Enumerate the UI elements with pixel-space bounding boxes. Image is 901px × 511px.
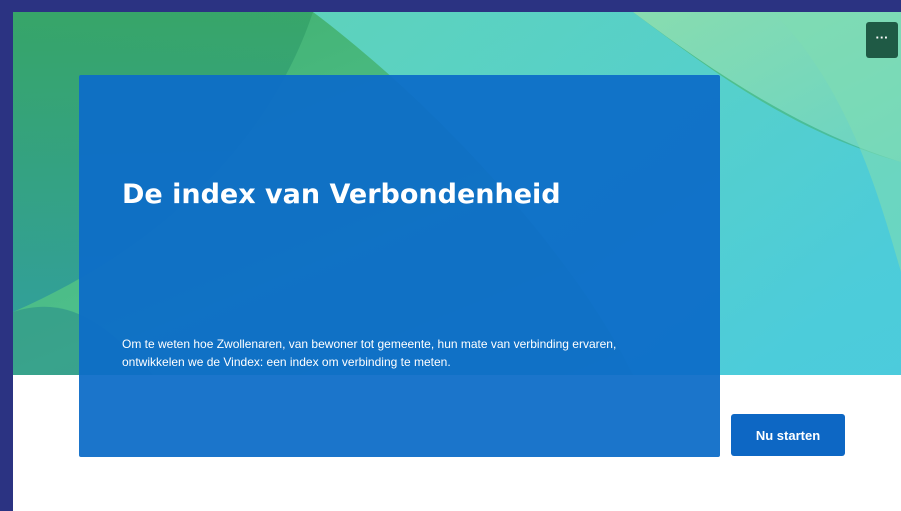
start-button[interactable]: Nu starten	[731, 414, 845, 456]
more-dots-icon: ···	[875, 29, 889, 45]
form-description: Om te weten hoe Zwollenaren, van bewoner…	[122, 337, 617, 369]
form-title: De index van Verbondenheid	[122, 179, 561, 210]
intro-card: De index van Verbondenheid Om te weten h…	[79, 75, 720, 457]
more-options-button[interactable]: ···	[866, 22, 898, 58]
form-frame: ··· De index van Verbondenheid Om te wet…	[13, 12, 901, 511]
